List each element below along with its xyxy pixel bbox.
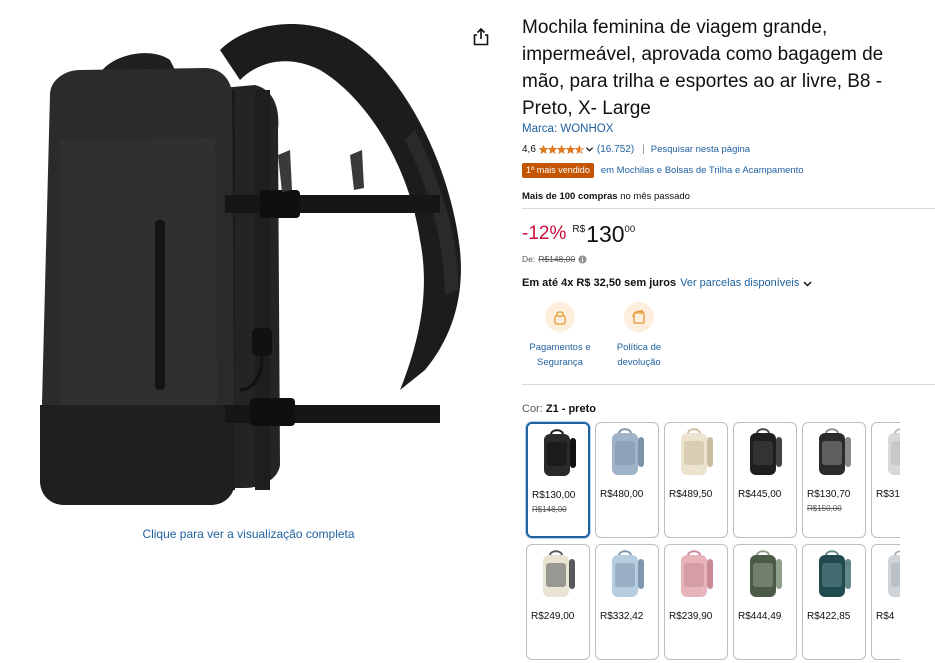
color-swatch[interactable]: R$445,00 <box>733 422 797 538</box>
color-swatch[interactable]: R$444,49 <box>733 544 797 660</box>
swatch-price: R$444,49 <box>738 611 782 622</box>
color-swatch[interactable]: R$249,00 <box>526 544 590 660</box>
swatch-price: R$239,90 <box>669 611 713 622</box>
divider <box>522 208 935 209</box>
feature-label: devolução <box>617 357 661 368</box>
swatch-old-price: R$148,00 <box>532 505 567 514</box>
bought-count: Mais de 100 compras <box>522 191 618 202</box>
color-swatch[interactable]: R$130,70 R$150,00 <box>802 422 866 538</box>
price-whole: 130 <box>586 221 625 247</box>
star-icon <box>574 144 584 154</box>
color-swatch[interactable]: R$480,00 <box>595 422 659 538</box>
feature-label: Segurança <box>537 357 583 368</box>
feature-payment-security[interactable]: Pagamentos e Segurança <box>520 300 600 370</box>
color-label: Cor: Z1 - preto <box>522 403 596 415</box>
rating-count-link[interactable]: (16.752) <box>597 144 634 155</box>
discount-percent: -12% <box>522 223 567 244</box>
swatch-thumbnail <box>543 550 575 597</box>
chevron-down-icon[interactable] <box>585 145 594 154</box>
color-swatch[interactable]: R$489,50 <box>664 422 728 538</box>
star-rating-icon[interactable] <box>538 144 584 154</box>
swatch-thumbnail <box>544 429 576 476</box>
share-icon[interactable] <box>470 26 492 48</box>
swatch-thumbnail <box>750 550 782 597</box>
divider <box>522 384 935 385</box>
list-price-label: De: <box>522 254 536 264</box>
swatch-price: R$422,85 <box>807 611 851 622</box>
swatch-price: R$332,42 <box>600 611 644 622</box>
feature-label: Pagamentos e <box>529 342 591 353</box>
swatch-thumbnail <box>612 550 644 597</box>
swatch-price: R$130,70 <box>807 489 851 500</box>
price-currency: R$ <box>572 224 586 235</box>
price-block: -12% R$ 130 00 <box>522 221 635 247</box>
star-icon <box>547 144 557 154</box>
search-page-link[interactable]: Pesquisar nesta página <box>651 144 750 155</box>
bestseller-category-link[interactable]: em Mochilas e Bolsas de Trilha e Acampam… <box>601 165 804 176</box>
swatch-thumbnail <box>612 428 644 475</box>
image-gallery: Clique para ver a visualização completa <box>0 0 500 663</box>
product-details: Mochila feminina de viagem grande, imper… <box>522 0 935 663</box>
color-swatch[interactable]: R$31 <box>871 422 900 538</box>
view-full-image-link[interactable]: Clique para ver a visualização completa <box>0 527 497 541</box>
color-swatch[interactable]: R$332,42 <box>595 544 659 660</box>
bestseller-badge[interactable]: 1º mais vendido <box>522 163 594 178</box>
info-icon[interactable] <box>578 254 587 264</box>
star-icon <box>538 144 548 154</box>
divider: | <box>642 143 645 155</box>
color-value: Z1 - preto <box>545 403 596 415</box>
installments-text: Em até 4x R$ 32,50 sem juros <box>522 277 677 289</box>
feature-label: Política de <box>616 342 662 353</box>
swatch-thumbnail <box>681 428 713 475</box>
color-swatch-grid: R$130,00 R$148,00 R$480,00 R$489,50 R$445,00… <box>522 418 900 663</box>
swatch-thumbnail <box>819 550 851 597</box>
chevron-down-icon[interactable] <box>802 278 813 289</box>
product-title: Mochila feminina de viagem grande, imper… <box>522 17 884 119</box>
rating-value: 4,6 <box>522 143 536 155</box>
swatch-thumbnail <box>819 428 851 475</box>
color-swatch[interactable]: R$422,85 <box>802 544 866 660</box>
swatch-thumbnail <box>750 428 782 475</box>
list-price-value: R$148,00 <box>538 254 576 264</box>
product-main-image[interactable] <box>20 10 480 510</box>
color-swatch[interactable]: R$4 <box>871 544 900 660</box>
installments-row: Em até 4x R$ 32,50 sem juros Ver parcela… <box>522 277 813 289</box>
bestseller-row: 1º mais vendido em Mochilas e Bolsas de … <box>522 163 804 178</box>
color-swatch[interactable]: R$239,90 <box>664 544 728 660</box>
feature-return-policy[interactable]: Política de devolução <box>599 300 679 370</box>
color-key: Cor: <box>522 403 546 415</box>
swatch-price: R$130,00 <box>532 490 576 501</box>
swatch-price: R$480,00 <box>600 489 644 500</box>
list-price: De: R$148,00 <box>522 254 587 264</box>
return-box-icon <box>624 302 654 332</box>
rating-row: 4,6 (16.752) | Pesquisar nesta página <box>522 142 750 156</box>
swatch-thumbnail <box>888 550 900 597</box>
color-swatch[interactable]: R$130,00 R$148,00 <box>526 422 590 538</box>
star-icon <box>556 144 566 154</box>
installments-link[interactable]: Ver parcelas disponíveis <box>680 277 799 289</box>
swatch-price: R$31 <box>876 489 900 500</box>
swatch-old-price: R$150,00 <box>807 504 842 513</box>
star-icon <box>565 144 575 154</box>
swatch-price: R$489,50 <box>669 489 713 500</box>
lock-icon <box>545 302 575 332</box>
swatch-price: R$445,00 <box>738 489 782 500</box>
swatch-thumbnail <box>888 428 900 475</box>
swatch-price: R$249,00 <box>531 611 575 622</box>
brand-link[interactable]: Marca: WONHOX <box>522 123 613 135</box>
swatch-thumbnail <box>681 550 713 597</box>
bought-period: no mês passado <box>617 191 690 202</box>
bought-past-month: Mais de 100 compras no mês passado <box>522 191 690 202</box>
swatch-price: R$4 <box>876 611 895 622</box>
price-cents: 00 <box>624 224 636 235</box>
